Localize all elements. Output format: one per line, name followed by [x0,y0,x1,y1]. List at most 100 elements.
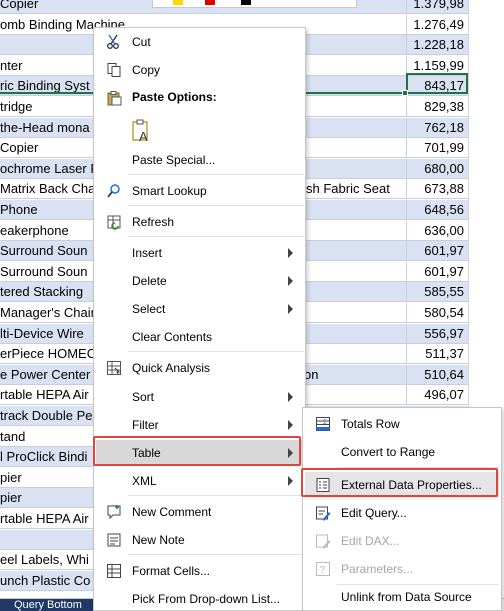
menu-item-label: Insert [132,246,163,260]
submenu-arrow-icon [288,304,293,314]
menu-item-filter[interactable]: Filter [94,411,305,439]
menu-item-label: Quick Analysis [132,361,211,375]
menu-item-label: Cut [132,35,151,49]
menu-separator [128,236,304,237]
price-cell[interactable]: 673,88 [406,179,468,200]
price-cell[interactable]: 1.379,98 [406,0,468,14]
external-data-highlight-box [301,468,498,497]
product-name-cell[interactable]: rtable HEPA Air [0,385,89,405]
menu-item-label: Clear Contents [132,330,213,344]
format-cells-icon [106,563,122,579]
scissors-icon [106,34,122,50]
product-name-cell[interactable]: ochrome Laser F [0,159,98,179]
font-color-swatch[interactable] [205,0,215,5]
product-name-cell[interactable]: track Double Pe [0,406,93,426]
price-cell[interactable]: 648,56 [406,200,468,220]
product-name-cell[interactable]: pier [0,488,22,508]
price-cell[interactable]: 510,64 [406,364,468,385]
price-cell[interactable]: 511,37 [406,344,468,365]
product-name-cell[interactable]: unch Plastic Co [0,571,90,591]
product-name-cell[interactable]: tand [0,427,25,447]
submenu-arrow-icon [288,420,293,430]
product-name-cell[interactable]: eel Labels, Whi [0,550,89,570]
product-name-cell[interactable]: lti-Device Wire [0,324,84,344]
submenu-item-edit-dax[interactable]: Edit DAX... [303,527,501,555]
menu-item-copy[interactable]: Copy [94,56,305,84]
menu-item-select[interactable]: Select [94,295,305,323]
highlight-color-swatch[interactable] [173,0,183,5]
menu-item-smart-lookup[interactable]: Smart Lookup [94,177,305,205]
submenu-item-label: Totals Row [341,417,400,431]
price-cell[interactable]: 1.276,49 [406,14,468,35]
submenu-item-label: Edit DAX... [341,534,400,548]
menu-item-sort[interactable]: Sort [94,383,305,411]
product-name-cell[interactable]: Surround Soun [0,241,87,261]
submenu-item-edit-query[interactable]: Edit Query... [303,499,501,527]
menu-item-clear-contents[interactable]: Clear Contents [94,323,305,351]
price-cell[interactable]: 762,18 [406,117,468,138]
submenu-arrow-icon [288,392,293,402]
product-name-cell[interactable]: eakerphone [0,221,69,241]
product-name-cell[interactable]: Surround Soun [0,262,87,282]
menu-item-paste-special[interactable]: Paste Special... [94,146,305,174]
price-cell[interactable]: 829,38 [406,97,468,117]
price-cell[interactable]: 556,97 [406,323,468,344]
menu-item-label: Sort [132,390,155,404]
price-cell[interactable]: 585,55 [406,282,468,303]
price-cell[interactable]: 496,07 [406,385,468,406]
product-name-cell[interactable]: rtable HEPA Air [0,509,89,529]
menu-item-delete[interactable]: Delete [94,267,305,295]
context-menu: Cut Copy Paste Options: A Paste Special.… [93,27,306,611]
paste-keep-format-icon[interactable]: A [130,118,152,144]
price-cell[interactable]: 680,00 [406,158,468,179]
menu-item-label: Filter [132,418,159,432]
product-name-cell[interactable]: nter [0,56,22,76]
menu-item-format-cells[interactable]: Format Cells... [94,557,305,585]
menu-item-pick-dropdown[interactable]: Pick From Drop-down List... [94,585,305,611]
product-name-cell[interactable]: Phone [0,200,38,220]
fill-handle[interactable] [402,90,408,96]
paste-icon [106,90,122,106]
product-name-cell[interactable]: pier [0,468,22,488]
submenu-item-unlink[interactable]: Unlink from Data Source [303,583,501,611]
totals-row-icon: Σ [315,416,331,432]
menu-item-new-note[interactable]: New Note [94,526,305,554]
svg-text:A: A [139,129,148,144]
submenu-item-parameters[interactable]: ? Parameters... [303,555,501,583]
price-cell[interactable]: 580,54 [406,303,468,323]
price-cell[interactable]: 636,00 [406,220,468,241]
new-note-icon [106,532,122,548]
product-name-cell[interactable]: tridge [0,97,33,117]
product-name-cell[interactable]: Manager's Chair [0,303,95,323]
submenu-arrow-icon [288,248,293,258]
menu-item-cut[interactable]: Cut [94,28,305,56]
price-cell[interactable]: 601,97 [406,241,468,262]
product-name-cell[interactable]: Copier [0,138,38,158]
menu-item-new-comment[interactable]: New Comment [94,498,305,526]
product-name-cell[interactable]: the-Head mona [0,118,90,138]
menu-item-label: Delete [132,274,167,288]
border-color-swatch[interactable] [241,0,251,5]
menu-item-xml[interactable]: XML [94,467,305,495]
menu-item-label: Paste Special... [132,153,216,167]
price-cell[interactable]: 1.228,18 [406,35,468,56]
submenu-item-label: Edit Query... [341,506,407,520]
price-cell[interactable]: 601,97 [406,261,468,282]
menu-item-quick-analysis[interactable]: Quick Analysis [94,354,305,382]
submenu-item-convert-to-range[interactable]: Convert to Range [303,438,501,466]
product-name-cell[interactable]: l ProClick Bindi [0,447,87,467]
menu-item-label: Pick From Drop-down List... [132,592,281,606]
refresh-icon [106,214,122,230]
active-cell[interactable] [406,73,468,94]
menu-separator [128,351,304,352]
product-name-cell[interactable]: Matrix Back Cha [0,179,95,199]
submenu-item-totals-row[interactable]: Σ Totals Row [303,410,501,438]
menu-item-label: New Comment [132,505,212,519]
product-name-cell[interactable]: tered Stacking [0,282,83,302]
menu-item-insert[interactable]: Insert [94,239,305,267]
product-name-cell[interactable]: e Power Center [0,365,90,385]
product-name-cell[interactable]: erPiece HOMEC [0,344,96,364]
product-name-cell[interactable]: Copier [0,0,38,14]
menu-item-refresh[interactable]: Refresh [94,208,305,236]
price-cell[interactable]: 701,99 [406,138,468,159]
